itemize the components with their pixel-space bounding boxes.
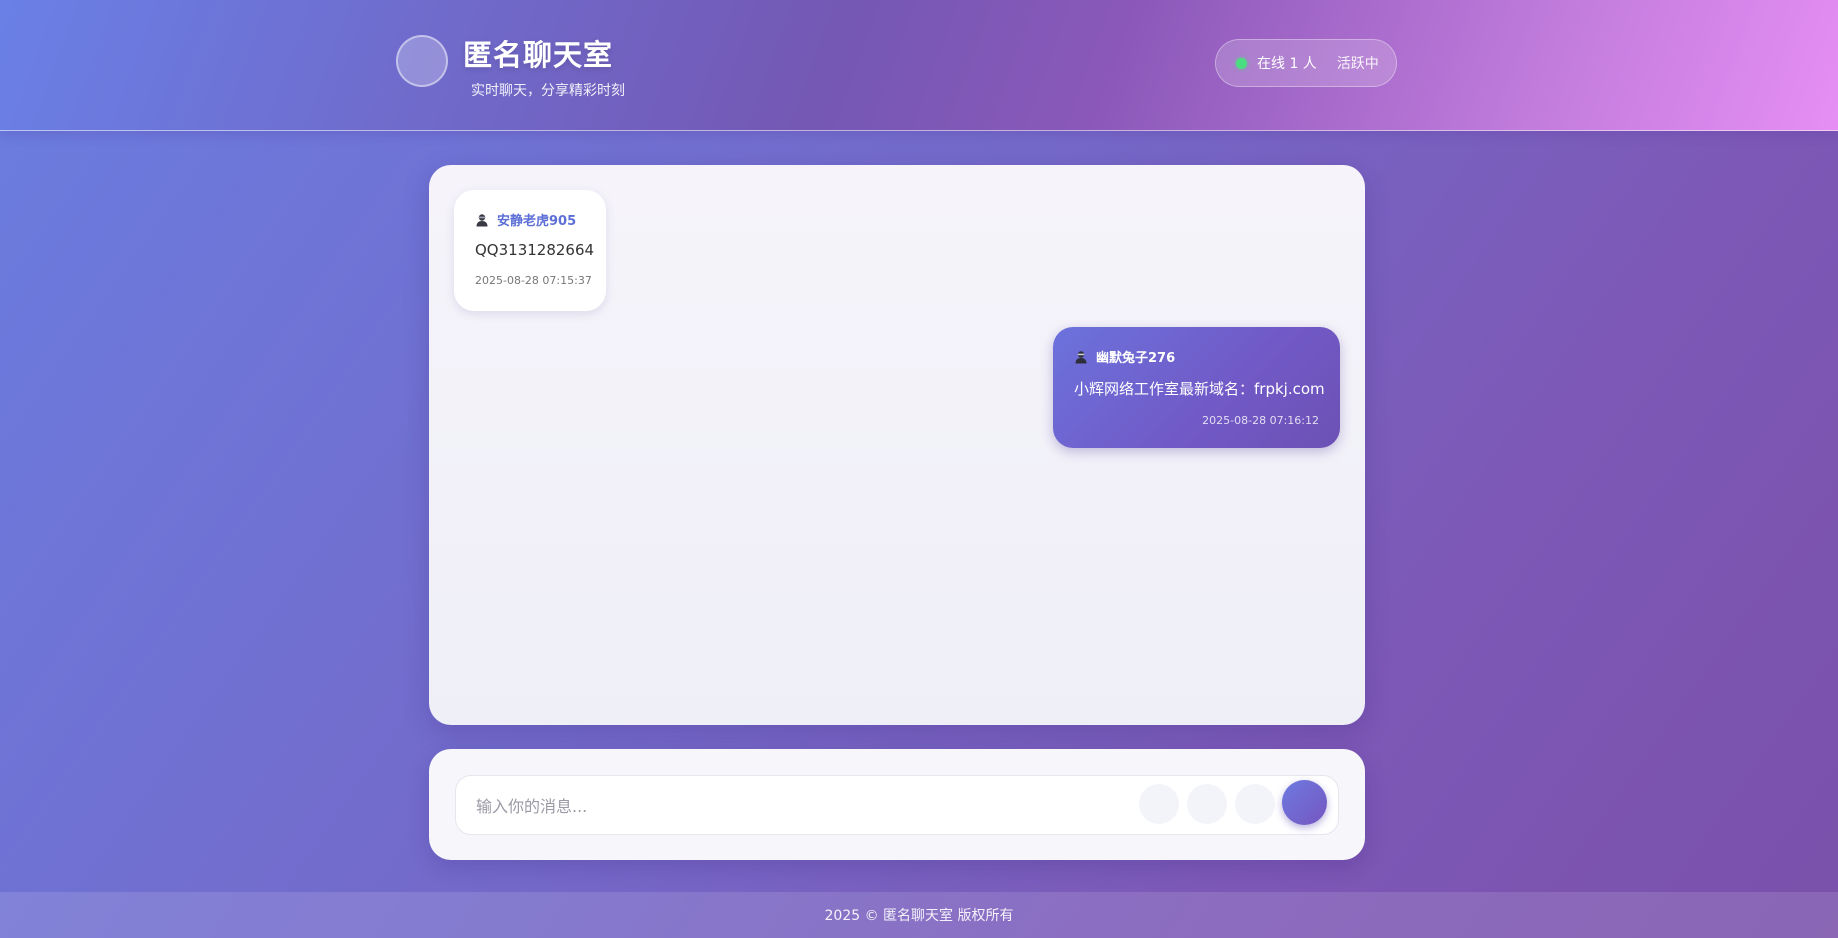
- online-count: 在线 1 人: [1257, 56, 1317, 72]
- message-header: 安静老虎905: [475, 210, 585, 229]
- composer-panel: [429, 749, 1365, 860]
- activity-status: 活跃中: [1336, 56, 1379, 72]
- message-timestamp: 2025-08-28 07:15:37: [475, 274, 592, 287]
- emoji-icon[interactable]: [1139, 784, 1179, 824]
- copyright-text: 2025 © 匿名聊天室 版权所有: [824, 908, 1014, 924]
- message-text: 小辉网络工作室最新域名：frpkj.com: [1074, 380, 1325, 398]
- message-input[interactable]: [474, 788, 1118, 824]
- chat-message-right: 幽默兔子276 小辉网络工作室最新域名：frpkj.com 2025-08-28…: [1053, 327, 1340, 448]
- attachment-icon[interactable]: [1235, 784, 1275, 824]
- message-timestamp: 2025-08-28 07:16:12: [1202, 414, 1319, 427]
- online-dot-icon: [1236, 57, 1247, 69]
- image-icon[interactable]: [1187, 784, 1227, 824]
- header-bar: 匿名聊天室 实时聊天，分享精彩时刻 在线 1 人 活跃中: [0, 0, 1838, 131]
- page-title: 匿名聊天室: [463, 38, 614, 72]
- logo-circle-icon: [396, 35, 448, 87]
- page-subtitle: 实时聊天，分享精彩时刻: [471, 83, 625, 99]
- chat-message-left: 安静老虎905 QQ3131282664 2025-08-28 07:15:37: [454, 190, 606, 311]
- message-text: QQ3131282664: [475, 241, 595, 259]
- chat-messages-panel[interactable]: 安静老虎905 QQ3131282664 2025-08-28 07:15:37…: [429, 165, 1365, 725]
- message-username: 安静老虎905: [497, 214, 577, 229]
- footer-bar: 2025 © 匿名聊天室 版权所有: [0, 892, 1838, 938]
- online-status-badge: 在线 1 人 活跃中: [1215, 39, 1397, 87]
- message-username: 幽默兔子276: [1096, 351, 1176, 366]
- user-icon: [476, 213, 488, 226]
- composer-field-wrapper: [455, 775, 1339, 835]
- message-header: 幽默兔子276: [1074, 347, 1319, 366]
- user-icon: [1075, 350, 1087, 363]
- send-button[interactable]: [1282, 780, 1327, 825]
